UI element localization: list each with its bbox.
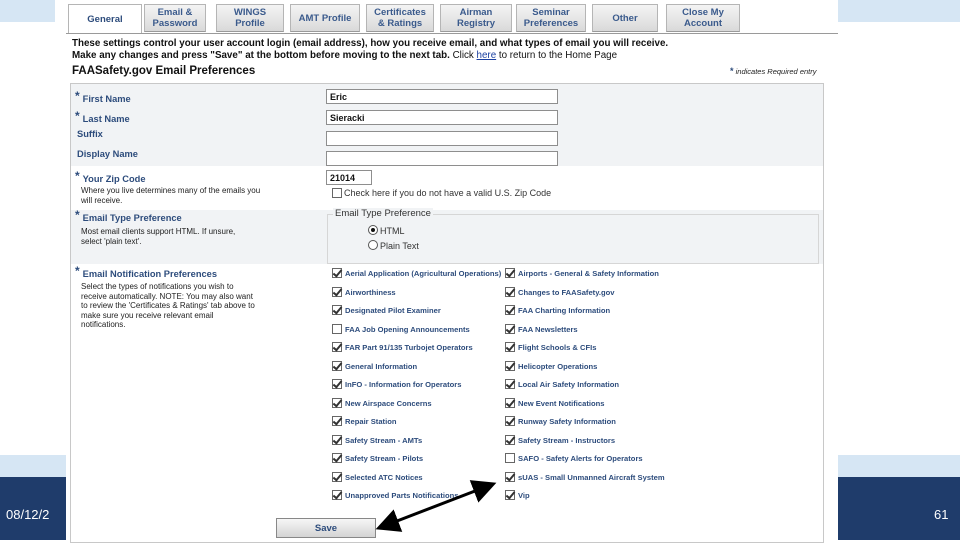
annotation-arrow xyxy=(375,480,497,532)
double-headed-arrow xyxy=(375,480,497,532)
